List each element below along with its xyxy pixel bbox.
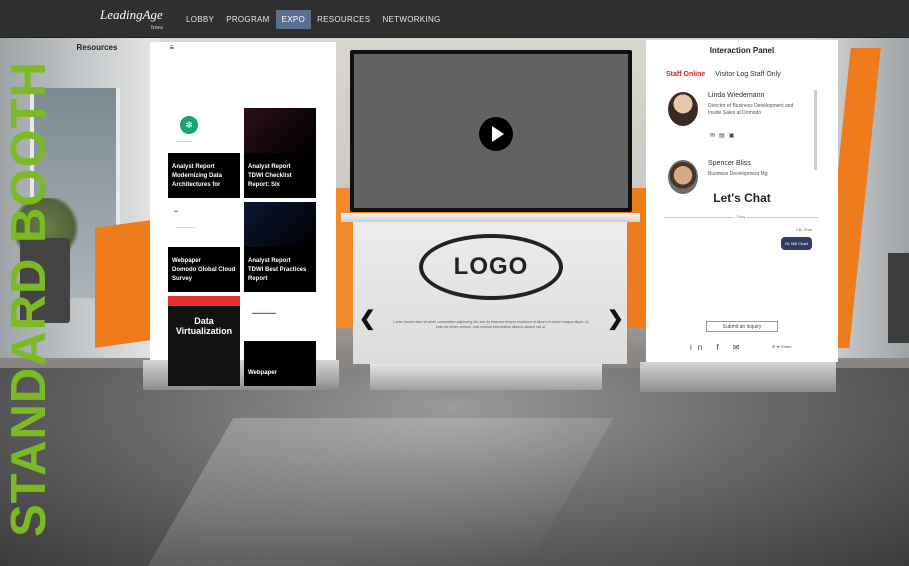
tab-visitor-log[interactable]: Visitor Log Staff Only: [715, 71, 781, 78]
nav-expo[interactable]: EXPO: [275, 10, 312, 29]
resource-label: Analyst Report Modernizing Data Architec…: [172, 164, 223, 188]
tab-staff-online[interactable]: Staff Online: [666, 71, 705, 78]
resource-brand: ▬: [174, 208, 178, 213]
resource-label: Analyst Report TDWI Best Practices Repor…: [248, 258, 307, 282]
sponsor-logo: LOGO: [419, 234, 563, 300]
logo-text: LeadingAge: [100, 7, 163, 22]
staff-title: Director of Business Development and Ins…: [708, 103, 794, 116]
chat-title: Let's Chat: [713, 191, 771, 205]
main-nav: LOBBY PROGRAM EXPO RESOURCES NETWORKING: [180, 10, 447, 29]
interaction-panel: Interaction Panel Staff Online Visitor L…: [646, 40, 838, 362]
chat-message: Hi, Mill Chart: [781, 237, 812, 250]
interaction-title: Interaction Panel: [709, 46, 775, 55]
watermark-text: STANDARD BOOTH: [2, 61, 56, 537]
inquiry-input[interactable]: Submit an inquiry: [706, 321, 778, 332]
menu-icon[interactable]: ≡: [169, 43, 174, 52]
resource-tag: —————: [176, 224, 196, 229]
scrollbar[interactable]: [814, 90, 817, 170]
chevron-right-icon[interactable]: ❯: [607, 306, 624, 331]
resource-tile[interactable]: ▬ ————— Webpaper Domodo Global Cloud Sur…: [168, 202, 240, 292]
resources-title: Resources: [76, 43, 118, 52]
chat-meta: LB, Chat: [796, 227, 812, 232]
resources-grid: ✼ ———— Analyst Report Modernizing Data A…: [168, 108, 318, 386]
resource-label: Webpaper Domodo Global Cloud Survey: [172, 258, 236, 282]
resource-tile[interactable]: Data Virtualization: [168, 296, 240, 386]
staff-name: Spencer Bliss: [708, 160, 751, 167]
top-nav-bar: LeadingAge Iowa LOBBY PROGRAM EXPO RESOU…: [0, 0, 909, 38]
resource-thumb: [244, 202, 316, 247]
booth-logo-panel: LOGO ❮ ❯ Lorem ipsum dolor sit amet, con…: [353, 222, 627, 364]
resource-thumb: [244, 108, 316, 153]
resource-tile[interactable]: ✼ ———— Analyst Report Modernizing Data A…: [168, 108, 240, 198]
chevron-left-icon[interactable]: ❮: [359, 306, 376, 331]
avatar: [668, 92, 698, 126]
leadingage-logo[interactable]: LeadingAge Iowa: [100, 8, 163, 35]
resource-tile[interactable]: ▬▬▬▬▬▬ Webpaper: [244, 296, 316, 386]
nav-resources[interactable]: RESOURCES: [311, 10, 376, 29]
share-button[interactable]: ✉ ➦ Share: [772, 344, 792, 349]
staff-name: Linda Wiedemann: [708, 92, 765, 99]
nav-program[interactable]: PROGRAM: [220, 10, 275, 29]
play-icon[interactable]: [479, 117, 513, 151]
resource-tile[interactable]: Analyst Report TDWI Best Practices Repor…: [244, 202, 316, 292]
resource-logo-icon: ✼: [180, 116, 198, 134]
nav-networking[interactable]: NETWORKING: [376, 10, 446, 29]
planter-right: [888, 253, 909, 343]
resource-label: Analyst Report TDWI Checklist Report: Si…: [248, 164, 292, 188]
chat-day: Today: [734, 215, 748, 219]
interaction-tabs: Staff Online Visitor Log Staff Only: [666, 71, 781, 78]
booth-description: Lorem ipsum dolor sit amet, consectetur …: [393, 320, 589, 329]
resource-tile[interactable]: Analyst Report TDWI Checklist Report: Si…: [244, 108, 316, 198]
nav-lobby[interactable]: LOBBY: [180, 10, 220, 29]
staff-title: Business Development Mg: [708, 171, 768, 177]
logo-sub: Iowa: [150, 25, 163, 31]
resource-tag: ————: [176, 138, 192, 143]
pedestal-right: [640, 362, 836, 392]
center-pedestal: [370, 364, 602, 390]
watermark: STANDARD BOOTH: [2, 45, 56, 553]
logo-placeholder-text: LOGO: [453, 253, 529, 280]
resource-label: Data Virtualization: [175, 316, 233, 336]
video-player[interactable]: [350, 50, 632, 212]
social-icons[interactable]: in f ✉: [690, 343, 746, 352]
resource-tag: ▬▬▬▬▬▬: [252, 310, 276, 315]
avatar: [668, 160, 698, 194]
resource-label: Webpaper: [248, 370, 277, 376]
contact-icons[interactable]: ✉▤▣: [710, 132, 738, 139]
booth-shelf: [341, 213, 640, 222]
